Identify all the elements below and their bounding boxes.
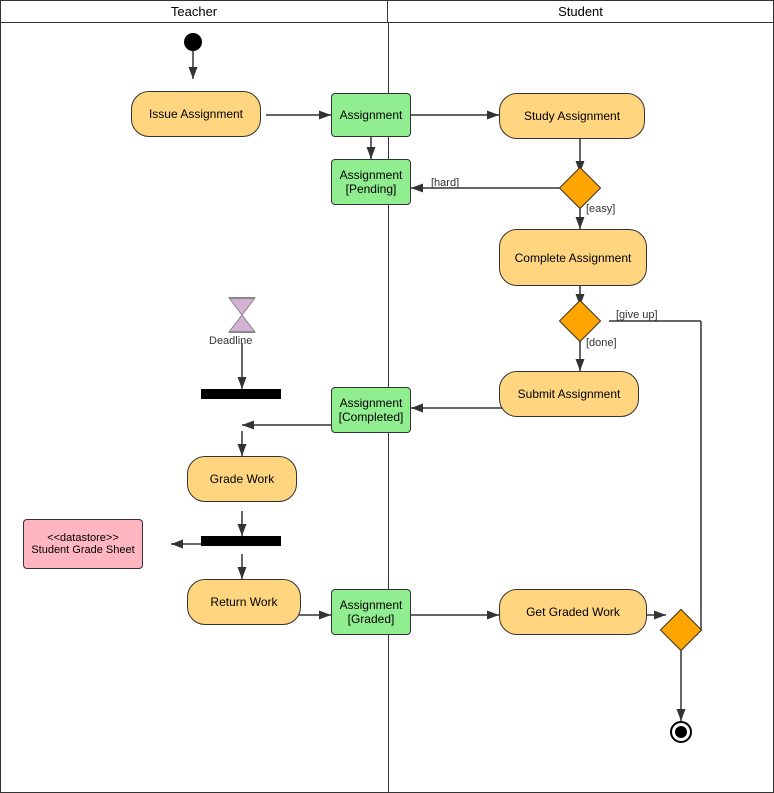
teacher-lane-title: Teacher <box>1 1 388 22</box>
assignment-graded-label: Assignment [Graded] <box>340 598 403 626</box>
assignment-pending-label: Assignment [Pending] <box>340 168 403 196</box>
deadline-text-label: Deadline <box>209 335 252 347</box>
final-node <box>670 721 692 743</box>
complete-assignment-label: Complete Assignment <box>515 251 632 265</box>
done-label: [done] <box>586 337 617 349</box>
initial-node <box>184 33 202 51</box>
grade-work-label: Grade Work <box>210 472 274 486</box>
submit-assignment-node: Submit Assignment <box>499 371 639 417</box>
assignment-label: Assignment <box>340 108 403 122</box>
teacher-label: Teacher <box>171 4 217 19</box>
student-grade-sheet-label: <<datastore>> Student Grade Sheet <box>31 532 134 556</box>
submit-assignment-label: Submit Assignment <box>518 387 621 401</box>
assignment-completed-node: Assignment [Completed] <box>331 387 411 433</box>
get-graded-work-label: Get Graded Work <box>526 605 620 619</box>
study-assignment-label: Study Assignment <box>524 109 620 123</box>
easy-label: [easy] <box>586 203 615 215</box>
fork-bar-1 <box>201 389 281 399</box>
return-work-label: Return Work <box>210 595 277 609</box>
final-node-inner <box>675 726 687 738</box>
assignment-pending-node: Assignment [Pending] <box>331 159 411 205</box>
assignment-completed-label: Assignment [Completed] <box>339 396 404 424</box>
assignment-node: Assignment <box>331 93 411 137</box>
hard-label: [hard] <box>431 177 459 189</box>
study-assignment-node: Study Assignment <box>499 93 645 139</box>
issue-assignment-node: Issue Assignment <box>131 91 261 137</box>
complete-assignment-node: Complete Assignment <box>499 229 647 286</box>
deadline-timer <box>227 296 257 337</box>
give-up-label: [give up] <box>616 309 658 321</box>
get-graded-work-node: Get Graded Work <box>499 589 647 635</box>
student-grade-sheet-node: <<datastore>> Student Grade Sheet <box>23 519 143 569</box>
diagram-container: Teacher Student <box>0 0 774 793</box>
student-label: Student <box>558 4 603 19</box>
fork-bar-2 <box>201 536 281 546</box>
assignment-graded-node: Assignment [Graded] <box>331 589 411 635</box>
issue-assignment-label: Issue Assignment <box>149 107 243 121</box>
student-lane-title: Student <box>388 1 773 22</box>
return-work-node: Return Work <box>187 579 301 625</box>
swimlane-header: Teacher Student <box>1 1 773 23</box>
grade-work-node: Grade Work <box>187 456 297 502</box>
